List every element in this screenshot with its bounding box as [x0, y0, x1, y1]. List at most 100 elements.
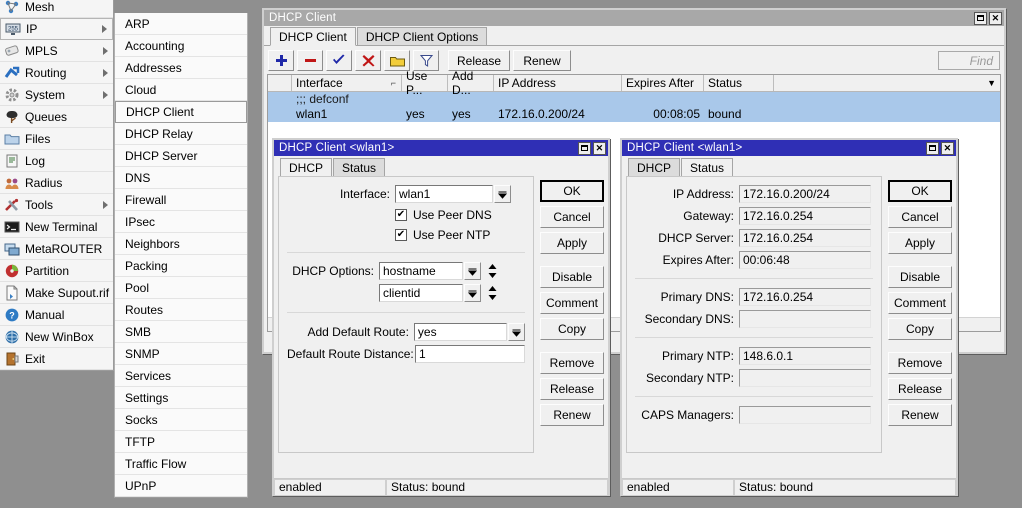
table-comment-row[interactable]: ;;; defconf: [268, 92, 1000, 107]
menu-item-radius[interactable]: Radius: [0, 172, 113, 194]
submenu-item-dhcp-client[interactable]: DHCP Client: [115, 101, 247, 123]
interface-dropdown-icon[interactable]: [494, 185, 511, 203]
remove-button[interactable]: Remove: [540, 352, 604, 374]
interface-input[interactable]: wlan1: [395, 185, 493, 203]
remove-button[interactable]: [297, 50, 323, 71]
submenu-item-ipsec[interactable]: IPsec: [115, 211, 247, 233]
submenu-item-snmp[interactable]: SNMP: [115, 343, 247, 365]
use-peer-ntp-checkbox[interactable]: ✔: [395, 229, 407, 241]
copy-button[interactable]: Copy: [540, 318, 604, 340]
submenu-item-pool[interactable]: Pool: [115, 277, 247, 299]
release-button[interactable]: Release: [448, 50, 511, 71]
tab-dhcp-client[interactable]: DHCP Client: [270, 27, 356, 46]
submenu-item-socks[interactable]: Socks: [115, 409, 247, 431]
menu-item-log[interactable]: Log: [0, 150, 113, 172]
filter-button[interactable]: [413, 50, 439, 71]
dhcp-option-1-spinner[interactable]: [485, 262, 499, 280]
submenu-item-firewall[interactable]: Firewall: [115, 189, 247, 211]
th-use-peer-dns[interactable]: Use P...: [402, 69, 448, 97]
th-interface[interactable]: Interface ⌐: [292, 75, 402, 91]
submenu-item-upnp[interactable]: UPnP: [115, 475, 247, 497]
remove-button[interactable]: Remove: [888, 352, 952, 374]
menu-item-tools[interactable]: Tools: [0, 194, 113, 216]
menu-item-new-terminal[interactable]: New Terminal: [0, 216, 113, 238]
dhcp-option-input-2[interactable]: clientid: [379, 284, 463, 302]
apply-button[interactable]: Apply: [540, 232, 604, 254]
submenu-item-neighbors[interactable]: Neighbors: [115, 233, 247, 255]
th-column-menu[interactable]: ▼: [774, 75, 1000, 91]
menu-item-mpls[interactable]: MPLS: [0, 40, 113, 62]
submenu-item-dhcp-server[interactable]: DHCP Server: [115, 145, 247, 167]
ok-button[interactable]: OK: [888, 180, 952, 202]
tab-dhcp[interactable]: DHCP: [628, 158, 681, 176]
apply-button[interactable]: Apply: [888, 232, 952, 254]
ok-button[interactable]: OK: [540, 180, 604, 202]
menu-item-exit[interactable]: Exit: [0, 348, 113, 370]
cancel-button[interactable]: Cancel: [540, 206, 604, 228]
submenu-item-arp[interactable]: ARP: [115, 13, 247, 35]
comment-button[interactable]: [384, 50, 410, 71]
menu-item-system[interactable]: System: [0, 84, 113, 106]
disable-button[interactable]: Disable: [888, 266, 952, 288]
maximize-icon[interactable]: [578, 141, 591, 155]
cancel-button[interactable]: Cancel: [888, 206, 952, 228]
maximize-icon[interactable]: [974, 11, 987, 25]
th-add-default-route[interactable]: Add D...: [448, 69, 494, 97]
submenu-item-services[interactable]: Services: [115, 365, 247, 387]
close-icon[interactable]: ✕: [941, 141, 954, 155]
disable-button[interactable]: Disable: [540, 266, 604, 288]
maximize-icon[interactable]: [926, 141, 939, 155]
comment-button[interactable]: Comment: [540, 292, 604, 314]
copy-button[interactable]: Copy: [888, 318, 952, 340]
renew-button[interactable]: Renew: [540, 404, 604, 426]
menu-item-make-supout-rif[interactable]: Make Supout.rif: [0, 282, 113, 304]
menu-item-routing[interactable]: Routing: [0, 62, 113, 84]
disable-button[interactable]: [355, 50, 381, 71]
th-status[interactable]: Status: [704, 75, 774, 91]
tab-status[interactable]: Status: [681, 158, 734, 177]
menu-item-queues[interactable]: Queues: [0, 106, 113, 128]
th-ip-address[interactable]: IP Address: [494, 75, 622, 91]
submenu-item-accounting[interactable]: Accounting: [115, 35, 247, 57]
use-peer-dns-checkbox[interactable]: ✔: [395, 209, 407, 221]
submenu-item-addresses[interactable]: Addresses: [115, 57, 247, 79]
default-route-distance-input[interactable]: 1: [415, 345, 525, 363]
dhcp-option-2-dropdown-icon[interactable]: [464, 284, 481, 302]
close-icon[interactable]: ✕: [989, 11, 1002, 25]
tab-dhcp-client-options[interactable]: DHCP Client Options: [356, 27, 488, 45]
submenu-item-packing[interactable]: Packing: [115, 255, 247, 277]
th-expires-after[interactable]: Expires After: [622, 75, 704, 91]
tab-dhcp[interactable]: DHCP: [280, 158, 333, 177]
release-button[interactable]: Release: [540, 378, 604, 400]
submenu-item-smb[interactable]: SMB: [115, 321, 247, 343]
submenu-item-settings[interactable]: Settings: [115, 387, 247, 409]
table-row[interactable]: wlan1 yes yes 172.16.0.200/24 00:08:05 b…: [268, 107, 1000, 122]
release-button[interactable]: Release: [888, 378, 952, 400]
add-button[interactable]: [268, 50, 294, 71]
enable-button[interactable]: [326, 50, 352, 71]
dhcp-option-1-dropdown-icon[interactable]: [464, 262, 481, 280]
renew-button[interactable]: Renew: [513, 50, 572, 71]
dhcp-option-2-spinner[interactable]: [485, 284, 499, 302]
submenu-item-traffic-flow[interactable]: Traffic Flow: [115, 453, 247, 475]
submenu-item-tftp[interactable]: TFTP: [115, 431, 247, 453]
submenu-item-dns[interactable]: DNS: [115, 167, 247, 189]
menu-item-ip[interactable]: 255 IP: [0, 18, 113, 40]
dhcp-option-input-1[interactable]: hostname: [379, 262, 463, 280]
menu-item-files[interactable]: Files: [0, 128, 113, 150]
submenu-item-routes[interactable]: Routes: [115, 299, 247, 321]
find-input[interactable]: Find: [938, 51, 1000, 70]
submenu-item-cloud[interactable]: Cloud: [115, 79, 247, 101]
menu-item-manual[interactable]: ? Manual: [0, 304, 113, 326]
menu-item-partition[interactable]: Partition: [0, 260, 113, 282]
tab-status[interactable]: Status: [333, 158, 386, 176]
add-default-route-input[interactable]: yes: [413, 323, 508, 341]
renew-button[interactable]: Renew: [888, 404, 952, 426]
menu-item-mesh[interactable]: Mesh: [0, 0, 113, 18]
menu-item-metarouter[interactable]: MetaROUTER: [0, 238, 113, 260]
add-default-route-dropdown-icon[interactable]: [508, 323, 525, 341]
comment-button[interactable]: Comment: [888, 292, 952, 314]
close-icon[interactable]: ✕: [593, 141, 606, 155]
submenu-item-dhcp-relay[interactable]: DHCP Relay: [115, 123, 247, 145]
menu-item-new-winbox[interactable]: New WinBox: [0, 326, 113, 348]
